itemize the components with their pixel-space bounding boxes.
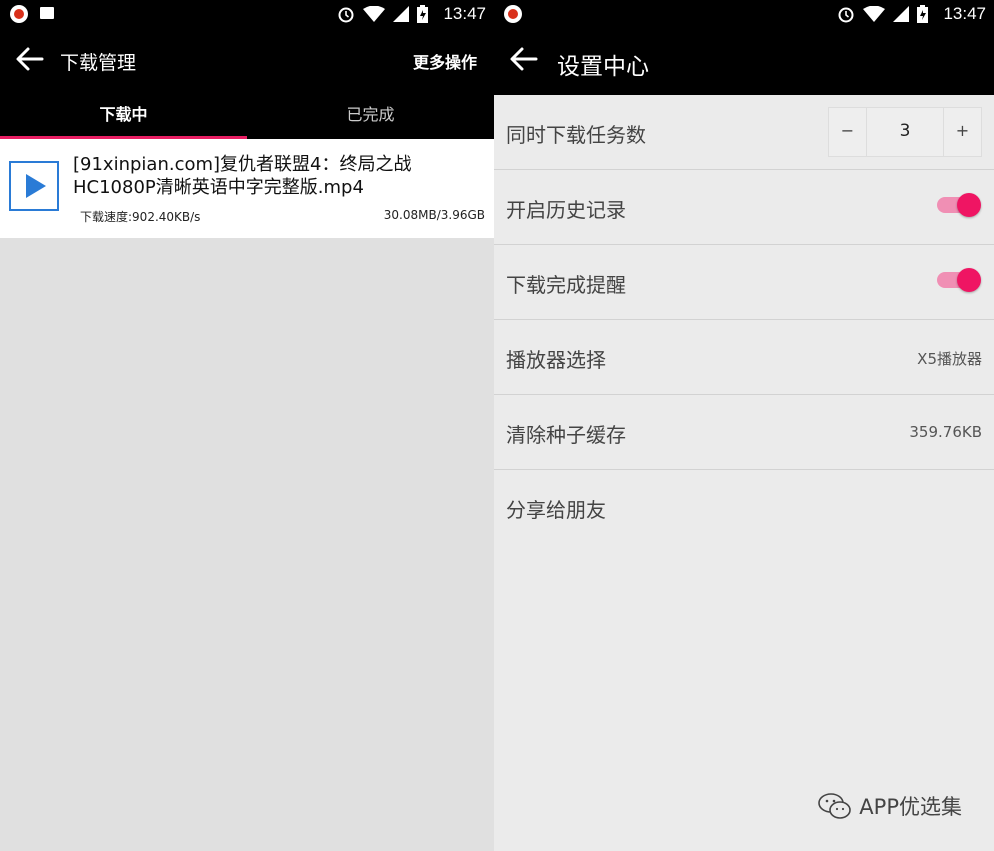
status-time: 13:47 xyxy=(443,4,486,23)
tab-bar: 下载中 已完成 xyxy=(0,95,494,139)
toggle-knob xyxy=(957,268,981,292)
alarm-icon xyxy=(338,7,354,23)
tab-completed[interactable]: 已完成 xyxy=(247,95,494,139)
setting-label: 播放器选择 xyxy=(506,348,606,372)
image-notification-icon xyxy=(40,7,54,19)
play-icon[interactable] xyxy=(9,161,59,211)
setting-label: 分享给朋友 xyxy=(506,498,606,522)
download-speed: 下载速度:902.40KB/s xyxy=(80,210,201,224)
alarm-icon xyxy=(838,7,854,23)
task-count-stepper: − 3 + xyxy=(828,107,982,157)
battery-icon xyxy=(417,5,428,23)
status-icons xyxy=(837,5,928,23)
status-time: 13:47 xyxy=(943,4,986,23)
page-title: 下载管理 xyxy=(60,52,137,74)
app-notification-icon xyxy=(10,5,28,23)
download-item[interactable]: [91xinpian.com]复仇者联盟4：终局之战HC1080P清晰英语中字完… xyxy=(0,139,494,238)
setting-player[interactable]: 播放器选择 X5播放器 xyxy=(494,320,994,395)
setting-download-notify[interactable]: 下载完成提醒 xyxy=(494,245,994,320)
status-bar: 13:47 xyxy=(494,0,994,28)
watermark-text: APP优选集 xyxy=(859,795,962,819)
cache-size-value: 359.76KB xyxy=(909,423,982,441)
setting-concurrent-downloads: 同时下载任务数 − 3 + xyxy=(494,95,994,170)
download-manager-screen: 13:47 下载管理 更多操作 下载中 已完成 [91xinpian.com]复… xyxy=(0,0,494,851)
history-toggle[interactable] xyxy=(937,193,981,217)
wechat-icon xyxy=(818,793,852,819)
download-file-name: [91xinpian.com]复仇者联盟4：终局之战HC1080P清晰英语中字完… xyxy=(73,154,412,198)
top-app-bar: 设置中心 xyxy=(494,28,994,95)
notify-toggle[interactable] xyxy=(937,268,981,292)
player-value: X5播放器 xyxy=(917,350,982,368)
download-size: 30.08MB/3.96GB xyxy=(383,208,485,222)
increment-button[interactable]: + xyxy=(944,108,981,156)
task-count-value: 3 xyxy=(866,108,944,156)
back-arrow-icon[interactable] xyxy=(508,44,538,74)
tab-downloading[interactable]: 下载中 xyxy=(0,95,247,139)
more-actions-button[interactable]: 更多操作 xyxy=(413,49,477,73)
settings-screen: 13:47 设置中心 同时下载任务数 − 3 + 开启历史记录 下载完成提醒 播… xyxy=(494,0,994,851)
signal-icon xyxy=(393,6,409,22)
setting-history[interactable]: 开启历史记录 xyxy=(494,170,994,245)
wifi-icon xyxy=(863,6,885,22)
back-arrow-icon[interactable] xyxy=(14,44,44,74)
status-bar: 13:47 xyxy=(0,0,494,28)
watermark: APP优选集 xyxy=(817,791,962,821)
signal-icon xyxy=(893,6,909,22)
battery-icon xyxy=(917,5,928,23)
setting-label: 同时下载任务数 xyxy=(506,123,646,147)
app-notification-icon xyxy=(504,5,522,23)
setting-label: 清除种子缓存 xyxy=(506,423,626,447)
top-app-bar: 下载管理 更多操作 xyxy=(0,28,494,95)
status-icons xyxy=(337,5,428,23)
page-title: 设置中心 xyxy=(557,54,649,80)
wifi-icon xyxy=(363,6,385,22)
decrement-button[interactable]: − xyxy=(829,108,866,156)
setting-label: 下载完成提醒 xyxy=(506,273,626,297)
toggle-knob xyxy=(957,193,981,217)
setting-clear-cache[interactable]: 清除种子缓存 359.76KB xyxy=(494,395,994,470)
setting-label: 开启历史记录 xyxy=(506,198,626,222)
setting-share[interactable]: 分享给朋友 xyxy=(494,470,994,544)
